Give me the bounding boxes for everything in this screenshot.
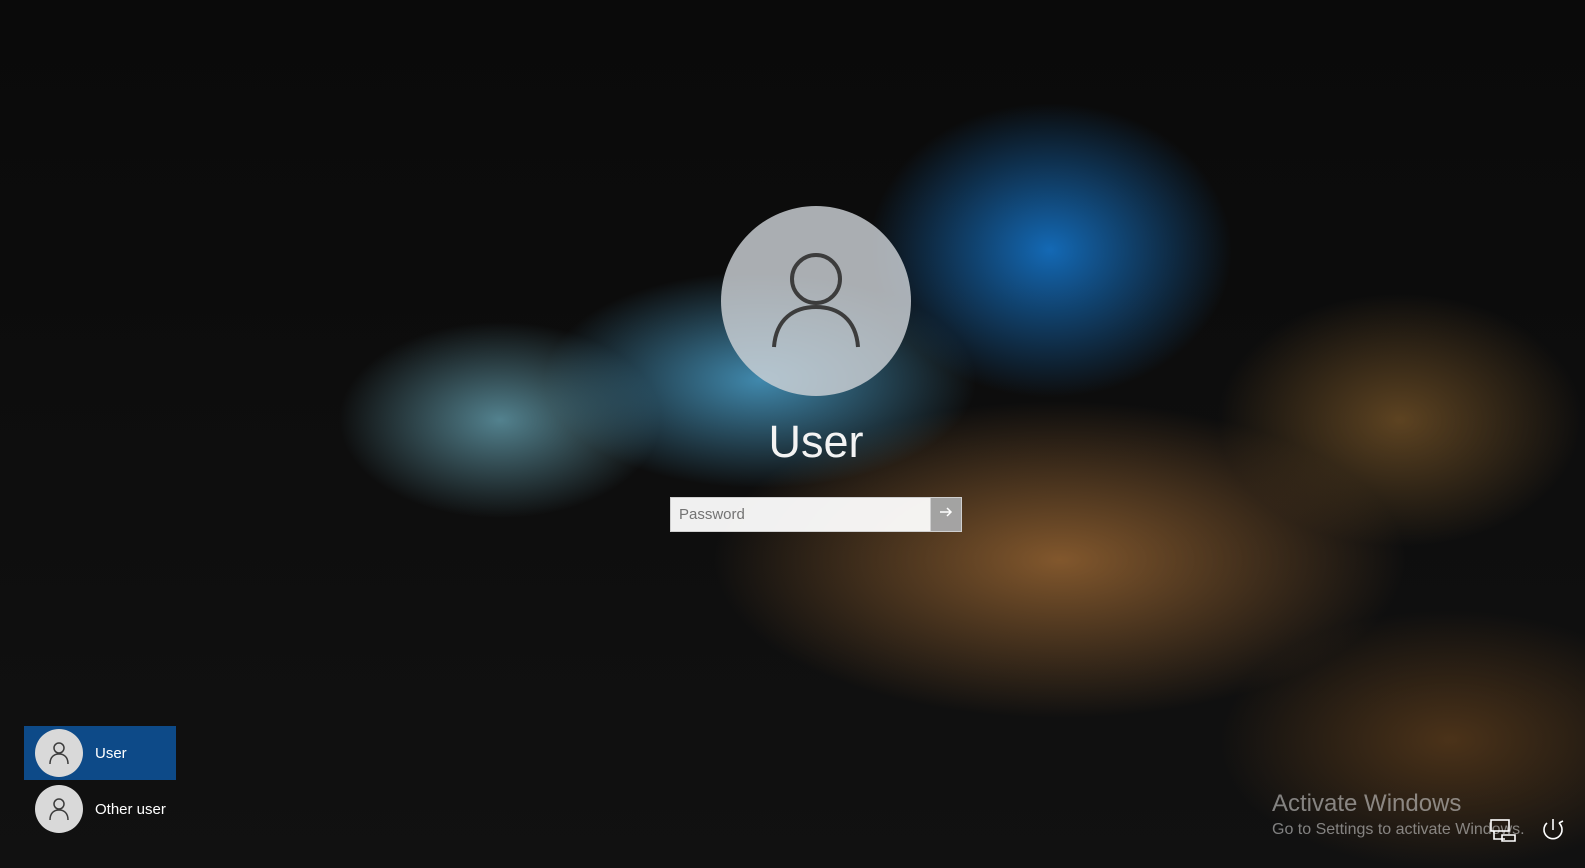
user-icon [35,729,83,777]
power-icon [1539,816,1567,849]
user-list-item-other-user[interactable]: Other user [24,782,176,836]
activate-windows-title: Activate Windows [1272,790,1462,817]
password-input[interactable] [671,498,930,531]
corner-icons [1487,816,1569,848]
user-avatar-large [721,206,911,396]
network-icon [1489,816,1517,849]
network-button[interactable] [1487,816,1519,848]
lock-screen: User User Other user Activate Windows Go… [0,0,1585,868]
submit-button[interactable] [930,498,961,531]
user-list-label: Other user [95,800,166,818]
arrow-right-icon [938,504,954,525]
user-list-item-user[interactable]: User [24,726,176,780]
power-button[interactable] [1537,816,1569,848]
user-silhouette-icon [766,249,866,354]
user-list-label: User [95,744,127,762]
password-box [670,497,962,532]
user-list: User Other user [24,726,176,836]
username-title: User [768,416,864,467]
user-icon [35,785,83,833]
